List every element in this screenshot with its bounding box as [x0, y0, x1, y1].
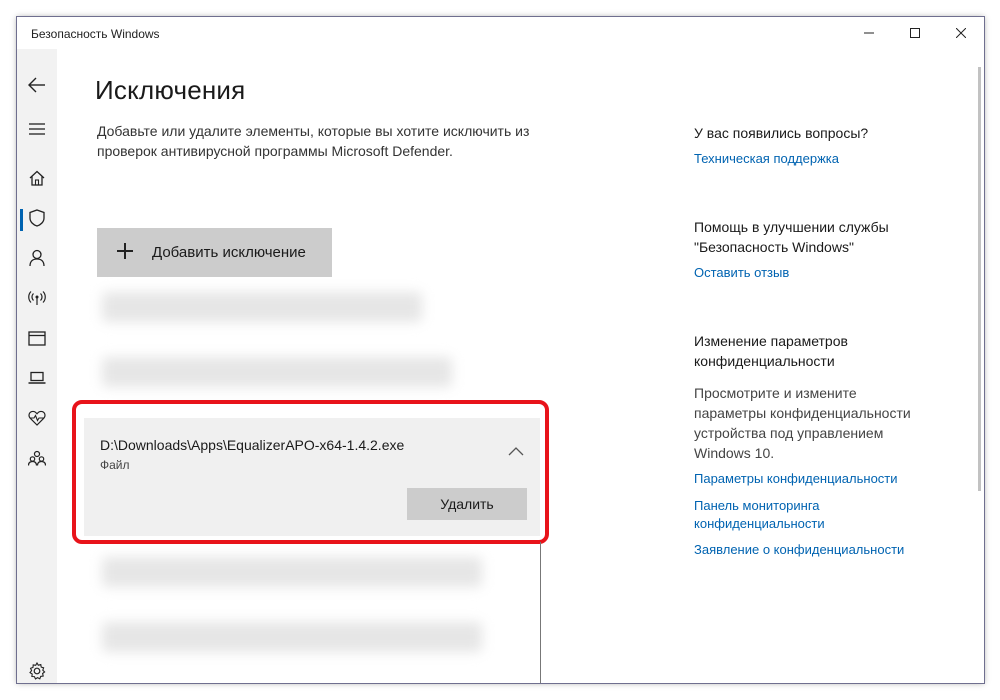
privacy-heading-line1: Изменение параметров	[694, 333, 848, 349]
shield-icon[interactable]	[23, 204, 51, 232]
blurred-exclusion-row	[102, 622, 482, 652]
device-health-icon[interactable]	[23, 404, 51, 432]
blurred-exclusion-row	[102, 292, 422, 322]
app-window: Безопасность Windows Исключения Добавьте…	[17, 17, 984, 683]
settings-icon[interactable]	[23, 657, 51, 683]
family-icon[interactable]	[23, 444, 51, 472]
privacy-dashboard-link-line1[interactable]: Панель мониторинга	[694, 497, 820, 515]
privacy-statement-link[interactable]: Заявление о конфиденциальности	[694, 541, 904, 559]
highlight-frame	[72, 400, 549, 544]
list-divider	[540, 542, 541, 683]
blurred-exclusion-row	[102, 557, 482, 587]
privacy-settings-link[interactable]: Параметры конфиденциальности	[694, 470, 898, 488]
scrollbar[interactable]	[978, 67, 981, 491]
improve-heading-line1: Помощь в улучшении службы	[694, 219, 889, 235]
account-icon[interactable]	[23, 244, 51, 272]
feedback-link[interactable]: Оставить отзыв	[694, 264, 789, 282]
maximize-button[interactable]	[892, 17, 938, 49]
support-link[interactable]: Техническая поддержка	[694, 150, 839, 168]
minimize-button[interactable]	[846, 17, 892, 49]
home-icon[interactable]	[23, 164, 51, 192]
close-button[interactable]	[938, 17, 984, 49]
window-title: Безопасность Windows	[31, 27, 160, 41]
menu-icon[interactable]	[23, 115, 51, 143]
sidebar	[17, 49, 57, 683]
privacy-heading-line2: конфиденциальности	[694, 353, 835, 369]
app-browser-icon[interactable]	[23, 324, 51, 352]
minimize-icon	[864, 32, 874, 34]
improve-heading-line2: "Безопасность Windows"	[694, 239, 854, 255]
questions-heading: У вас появились вопросы?	[694, 125, 869, 141]
blurred-exclusion-row	[102, 357, 452, 387]
back-icon[interactable]	[23, 71, 51, 99]
device-security-icon[interactable]	[23, 364, 51, 392]
add-exclusion-label: Добавить исключение	[152, 244, 306, 261]
close-icon	[956, 28, 966, 38]
network-icon[interactable]	[23, 284, 51, 312]
title-bar: Безопасность Windows	[17, 17, 984, 49]
privacy-dashboard-link-line2[interactable]: конфиденциальности	[694, 515, 825, 533]
privacy-description: Просмотрите и измените параметры конфиде…	[694, 385, 911, 461]
add-exclusion-button[interactable]: Добавить исключение	[97, 228, 332, 277]
maximize-icon	[910, 28, 920, 38]
plus-icon	[115, 241, 135, 261]
page-title: Исключения	[95, 75, 246, 105]
page-description: Добавьте или удалите элементы, которые в…	[97, 123, 530, 159]
